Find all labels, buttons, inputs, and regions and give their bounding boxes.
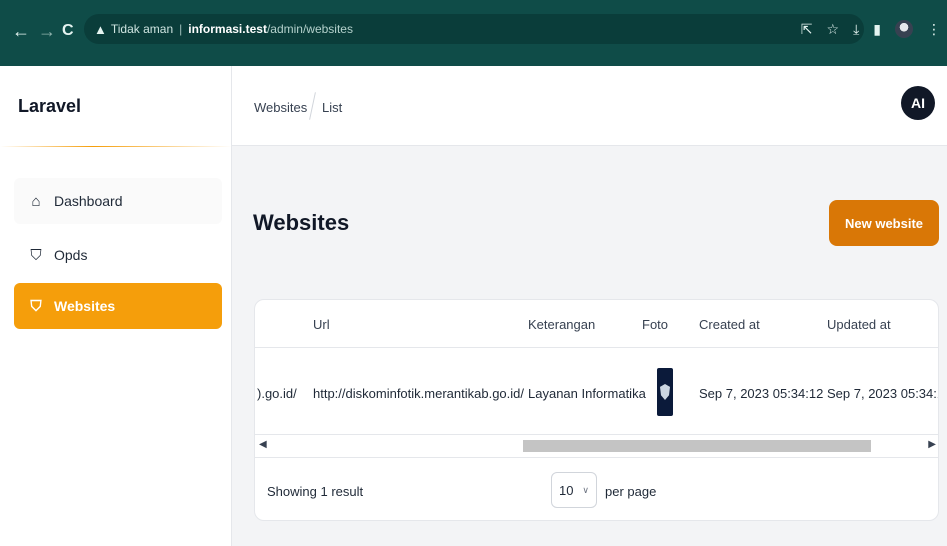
horizontal-scrollbar[interactable]: ◀ ▶: [255, 434, 938, 456]
shield-icon: [660, 384, 670, 400]
profile-icon[interactable]: [895, 20, 913, 38]
url-host: informasi.test: [188, 22, 267, 36]
breadcrumb-list: List: [322, 100, 343, 115]
sidebar-item-label: Websites: [54, 298, 116, 314]
forward-icon[interactable]: →: [38, 22, 56, 40]
per-page-value: 10: [559, 482, 574, 498]
sidebar-item-websites[interactable]: ⛉ Websites: [14, 283, 222, 329]
breadcrumb-websites[interactable]: Websites: [254, 100, 307, 115]
website-photo: [657, 368, 673, 416]
page-title: Websites: [253, 210, 350, 235]
warning-icon: ▲: [94, 21, 107, 37]
scroll-left-icon[interactable]: ◀: [259, 439, 267, 450]
sidebar-item-label: Dashboard: [54, 193, 123, 209]
sidebar-panel-icon[interactable]: ▮: [873, 21, 881, 38]
column-updated-at[interactable]: Updated at: [827, 317, 891, 332]
back-icon[interactable]: ←: [12, 22, 30, 40]
home-icon: ⌂: [31, 192, 41, 210]
per-page-label: per page: [605, 484, 657, 499]
sidebar-item-opds[interactable]: ⛉ Opds: [14, 232, 222, 278]
table-header: Url Keterangan Foto Created at Updated a…: [255, 300, 938, 348]
websites-table: Url Keterangan Foto Created at Updated a…: [254, 299, 939, 521]
column-url[interactable]: Url: [313, 317, 330, 332]
breadcrumb-divider: [309, 92, 316, 120]
new-website-button[interactable]: New website: [829, 200, 939, 246]
results-count: Showing 1 result: [267, 484, 364, 499]
sidebar-item-dashboard[interactable]: ⌂ Dashboard: [14, 178, 222, 224]
bag-icon: ⛉: [30, 297, 42, 315]
column-created-at[interactable]: Created at: [699, 317, 760, 332]
download-icon[interactable]: ⤓: [853, 21, 859, 38]
url-path: /admin/websites: [266, 22, 353, 36]
column-foto[interactable]: Foto: [642, 317, 668, 332]
share-icon[interactable]: ⇱: [801, 21, 813, 38]
star-icon[interactable]: ☆: [827, 21, 840, 38]
scroll-right-icon[interactable]: ▶: [928, 439, 936, 450]
page-header: Websites List AI: [232, 66, 947, 146]
sidebar: Laravel ⌂ Dashboard ⛉ Opds ⛉ Websites: [0, 66, 232, 546]
security-label: Tidak aman: [110, 22, 174, 36]
address-bar[interactable]: ▲ Tidak aman | informasi.test /admin/web…: [84, 14, 864, 44]
cell-url: http://diskominfotik.merantikab.go.id/: [313, 386, 524, 401]
cell-created-at: Sep 7, 2023 05:34:12: [699, 386, 824, 401]
browser-actions: ⇱ ☆ ⤓ ▮ ⋮: [801, 14, 947, 44]
menu-icon[interactable]: ⋮: [927, 21, 941, 38]
address-separator: |: [179, 22, 183, 36]
bag-icon: ⛉: [30, 246, 42, 264]
table-footer: Showing 1 result 10 ∨ per page: [255, 457, 938, 520]
per-page-select[interactable]: 10 ∨: [551, 472, 597, 508]
cell-keterangan: Layanan Informatika: [528, 386, 646, 401]
scroll-thumb[interactable]: [523, 440, 871, 452]
chevron-down-icon: ∨: [582, 484, 589, 495]
brand-logo[interactable]: Laravel: [18, 96, 81, 117]
avatar[interactable]: AI: [901, 86, 935, 120]
brand-divider: [0, 146, 232, 147]
column-keterangan[interactable]: Keterangan: [528, 317, 595, 332]
cell-truncated: ).go.id/: [257, 386, 297, 401]
cell-updated-at: Sep 7, 2023 05:34:12: [827, 386, 939, 401]
sidebar-item-label: Opds: [54, 247, 88, 263]
reload-icon[interactable]: C: [62, 22, 74, 40]
